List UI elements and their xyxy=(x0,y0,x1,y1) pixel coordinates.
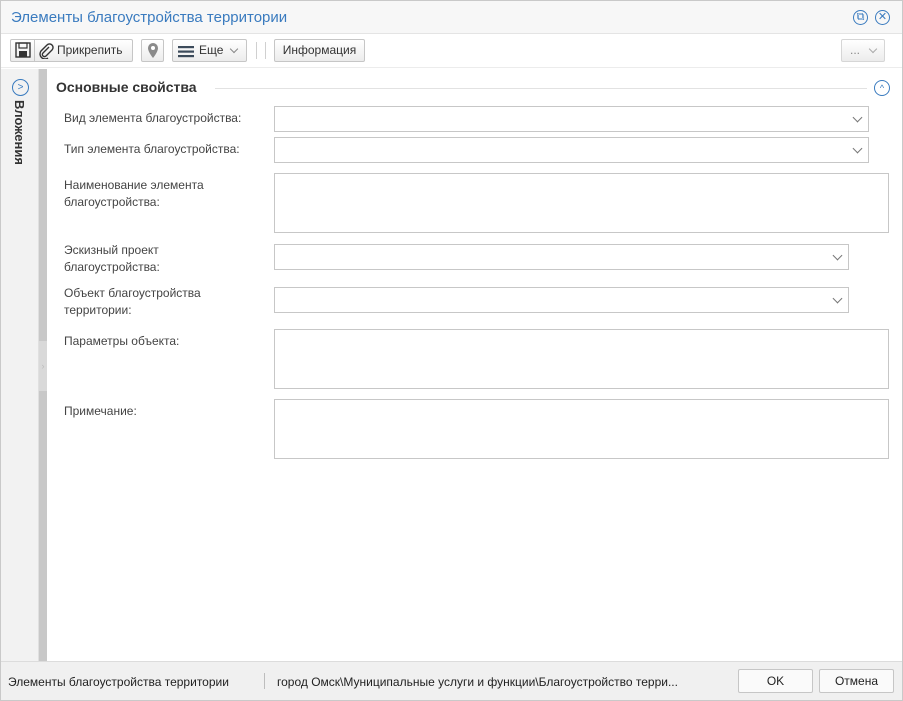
chevron-down-icon xyxy=(852,143,863,154)
improvement-object-select[interactable] xyxy=(274,287,849,313)
more-label: Еще xyxy=(199,43,224,57)
dialog-window: Элементы благоустройства территории ⧉ ✕ … xyxy=(0,0,903,701)
location-button[interactable] xyxy=(141,39,164,62)
field-label-object-params: Параметры объекта: xyxy=(64,334,180,348)
status-bar: Элементы благоустройства территории горо… xyxy=(1,661,902,700)
toolbar: Прикрепить Еще Информация ... xyxy=(1,34,902,68)
detach-window-icon[interactable]: ⧉ xyxy=(853,10,868,25)
chevron-down-icon xyxy=(832,250,843,261)
collapse-up-icon[interactable]: ^ xyxy=(874,80,890,96)
splitter-handle[interactable]: › xyxy=(39,341,47,391)
chevron-down-icon xyxy=(852,112,863,123)
save-attach-group: Прикрепить xyxy=(10,39,133,62)
extra-label: ... xyxy=(850,43,861,57)
cancel-button[interactable]: Отмена xyxy=(819,669,894,693)
section-title: Основные свойства xyxy=(56,79,197,95)
attachments-tab-label[interactable]: Вложения xyxy=(12,100,27,165)
save-icon[interactable] xyxy=(11,40,35,61)
toolbar-divider xyxy=(256,42,257,59)
note-textarea[interactable] xyxy=(274,399,889,459)
attachments-sidepanel[interactable]: > Вложения xyxy=(1,69,39,661)
field-label-element-kind: Вид элемента благоустройства: xyxy=(64,111,242,125)
field-label-improvement-object: Объект благоустройства территории: xyxy=(64,286,201,317)
info-button[interactable]: Информация xyxy=(274,39,365,62)
extra-actions-button[interactable]: ... xyxy=(841,39,885,62)
chevron-down-icon xyxy=(229,44,239,54)
window-title: Элементы благоустройства территории xyxy=(11,9,288,26)
attach-label: Прикрепить xyxy=(57,43,123,57)
status-divider xyxy=(264,673,265,689)
field-label-sketch-project: Эскизный проект благоустройства: xyxy=(64,243,160,274)
ok-button[interactable]: OK xyxy=(738,669,813,693)
more-menu-button[interactable]: Еще xyxy=(172,39,247,62)
element-name-textarea[interactable] xyxy=(274,173,889,233)
chevron-down-icon xyxy=(832,293,843,304)
expand-right-icon[interactable]: > xyxy=(12,79,29,96)
field-label-note: Примечание: xyxy=(64,404,137,418)
chevron-down-icon xyxy=(868,44,878,54)
section-divider xyxy=(215,88,867,89)
title-bar: Элементы благоустройства территории ⧉ ✕ xyxy=(1,1,902,34)
sketch-project-select[interactable] xyxy=(274,244,849,270)
status-entity: Элементы благоустройства территории xyxy=(8,675,229,689)
map-pin-icon xyxy=(147,42,159,66)
hamburger-icon xyxy=(178,44,194,65)
element-type-select[interactable] xyxy=(274,137,869,163)
close-icon[interactable]: ✕ xyxy=(875,10,890,25)
field-label-element-type: Тип элемента благоустройства: xyxy=(64,142,240,156)
toolbar-divider xyxy=(265,42,266,59)
object-params-textarea[interactable] xyxy=(274,329,889,389)
status-path: город Омск\Муниципальные услуги и функци… xyxy=(277,675,678,689)
paperclip-icon xyxy=(38,42,54,66)
element-kind-select[interactable] xyxy=(274,106,869,132)
field-label-element-name: Наименование элемента благоустройства: xyxy=(64,178,204,209)
